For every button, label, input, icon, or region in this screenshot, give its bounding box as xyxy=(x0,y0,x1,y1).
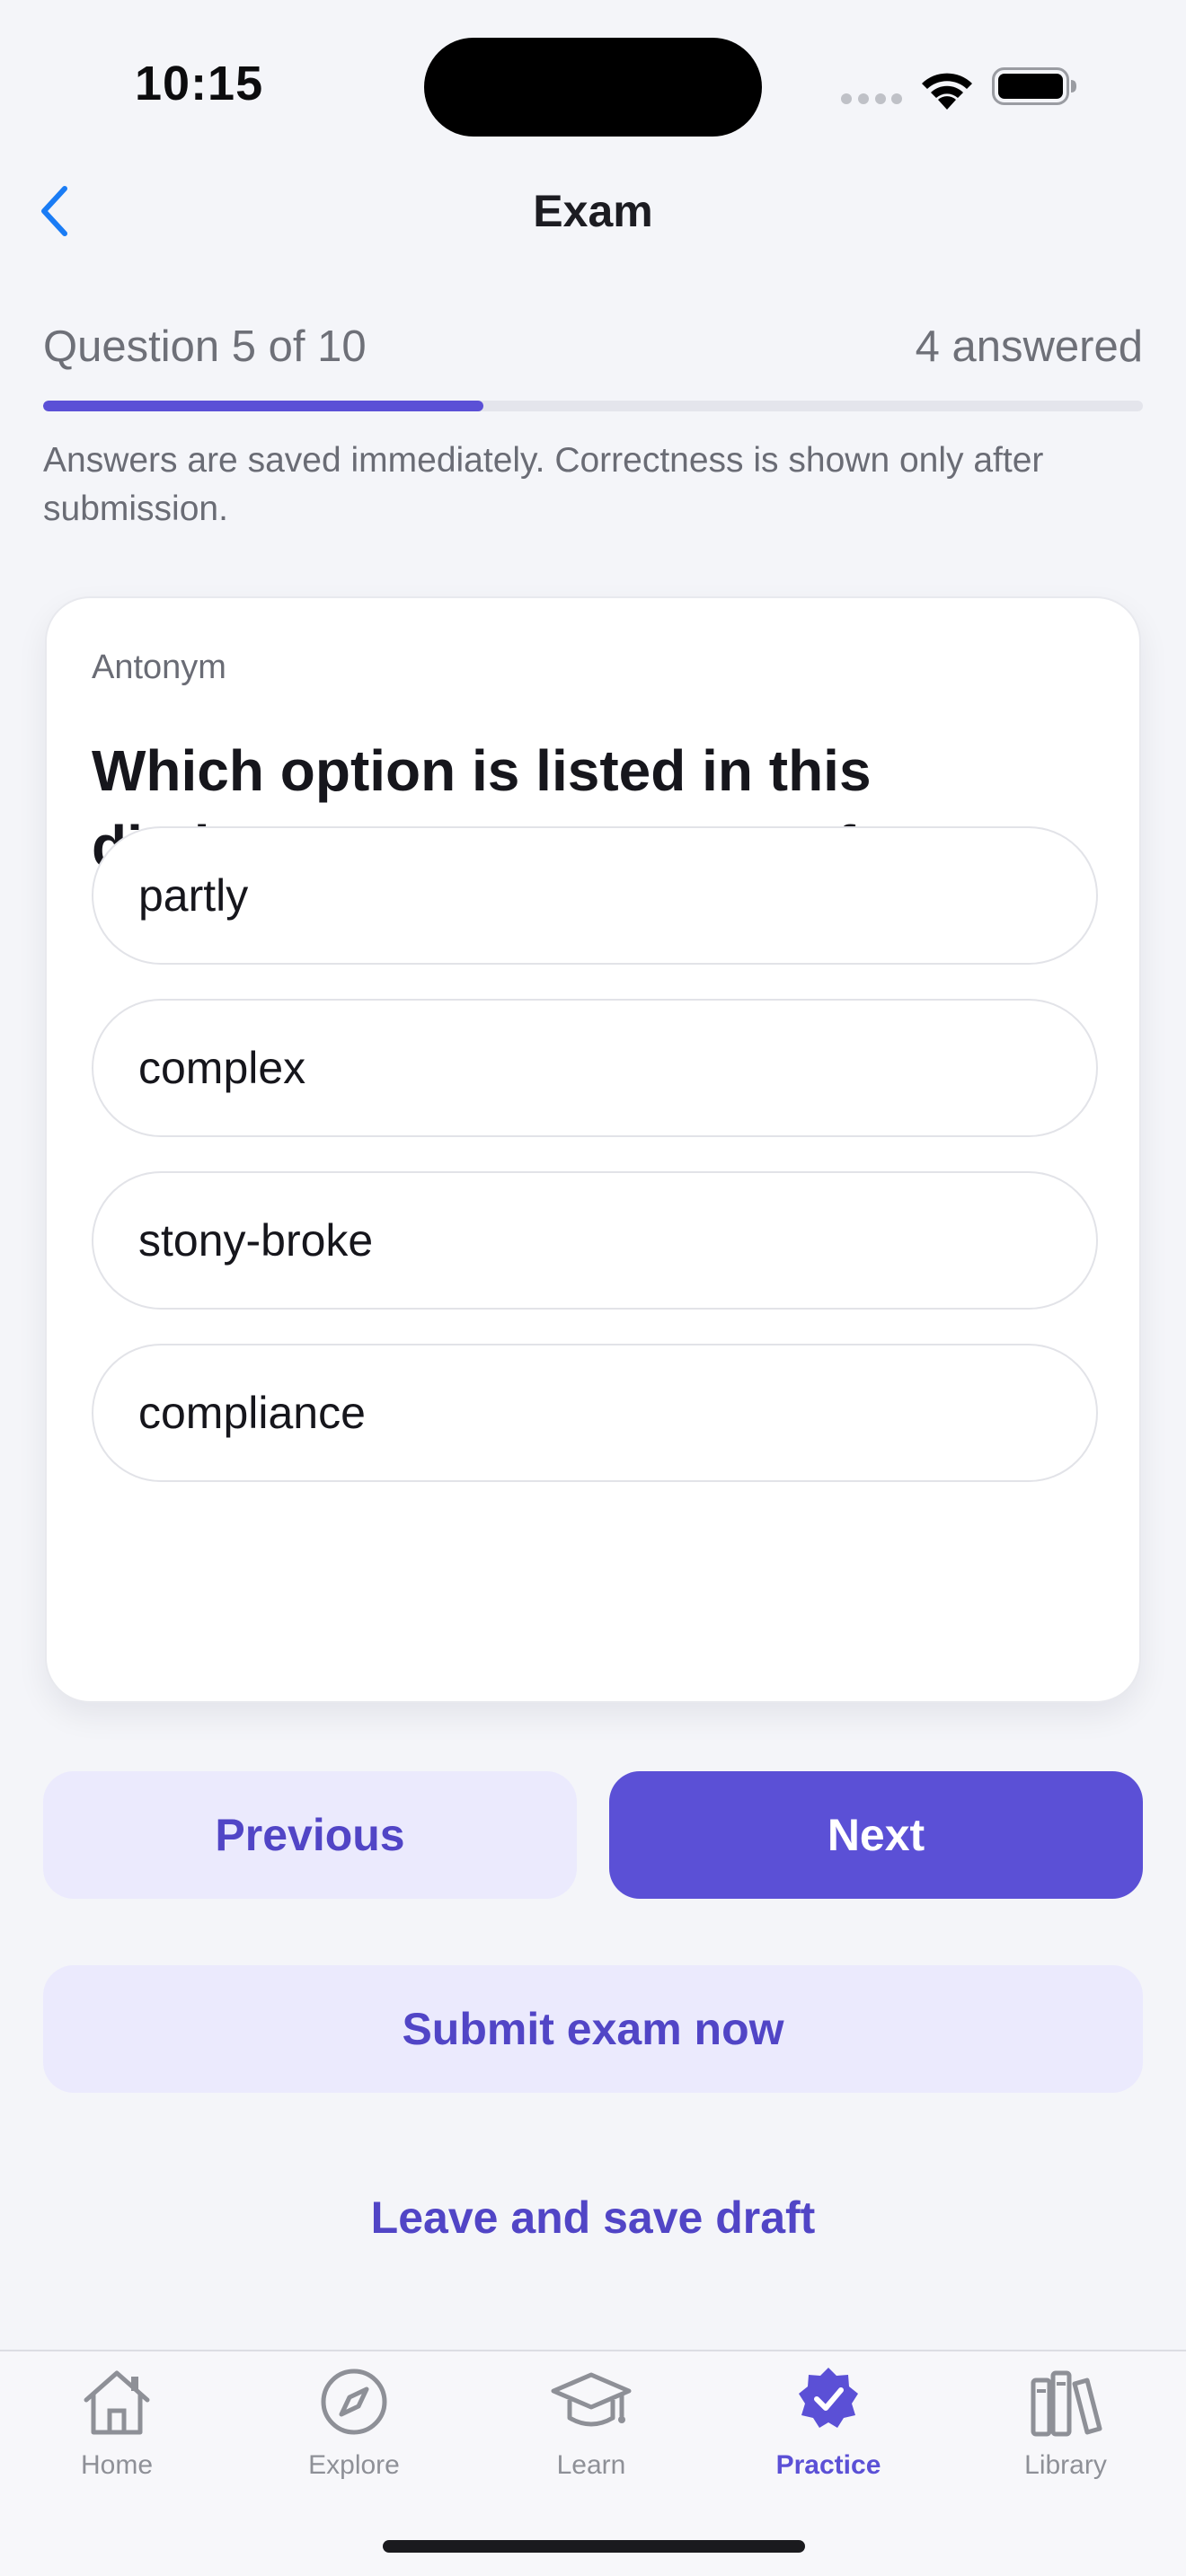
home-icon xyxy=(84,2370,150,2435)
tab-library[interactable]: Library xyxy=(976,2364,1155,2499)
question-card: Antonym Which option is listed in this d… xyxy=(45,596,1141,1703)
answer-option[interactable]: stony-broke xyxy=(92,1171,1098,1310)
question-progress-label: Question 5 of 10 xyxy=(43,322,367,371)
graduation-cap-icon xyxy=(551,2372,632,2427)
compass-icon xyxy=(321,2369,387,2435)
wifi-icon xyxy=(922,73,972,110)
checkmark-badge-icon xyxy=(799,2368,858,2428)
leave-and-save-draft-link[interactable]: Leave and save draft xyxy=(0,2192,1186,2244)
tab-explore[interactable]: Explore xyxy=(264,2364,444,2499)
tab-label: Practice xyxy=(775,2450,881,2480)
save-info-text: Answers are saved immediately. Correctne… xyxy=(43,441,1044,528)
submit-exam-button[interactable]: Submit exam now xyxy=(43,1965,1143,2093)
tab-label: Learn xyxy=(556,2450,626,2480)
signal-icon xyxy=(841,93,902,104)
progress-bar-fill xyxy=(43,401,483,411)
progress-bar xyxy=(43,401,1143,411)
page-title: Exam xyxy=(533,186,653,236)
question-category: Antonym xyxy=(92,648,226,686)
tab-label: Home xyxy=(80,2450,154,2480)
answer-option[interactable]: complex xyxy=(92,999,1098,1137)
books-icon xyxy=(1031,2370,1102,2437)
previous-button[interactable]: Previous xyxy=(43,1771,577,1899)
dynamic-island xyxy=(424,38,762,137)
tab-learn[interactable]: Learn xyxy=(501,2364,681,2499)
answer-option[interactable]: partly xyxy=(92,826,1098,965)
answered-count: 4 answered xyxy=(915,322,1143,371)
status-time: 10:15 xyxy=(135,57,264,110)
tab-practice[interactable]: Practice xyxy=(739,2364,918,2499)
tab-label: Explore xyxy=(308,2450,400,2480)
battery-icon xyxy=(992,67,1076,105)
tab-label: Library xyxy=(1024,2450,1107,2480)
next-button[interactable]: Next xyxy=(609,1771,1143,1899)
tab-home[interactable]: Home xyxy=(27,2364,207,2499)
answer-option[interactable]: compliance xyxy=(92,1344,1098,1482)
status-bar: 10:15 xyxy=(0,0,1186,171)
home-indicator xyxy=(383,2540,805,2553)
